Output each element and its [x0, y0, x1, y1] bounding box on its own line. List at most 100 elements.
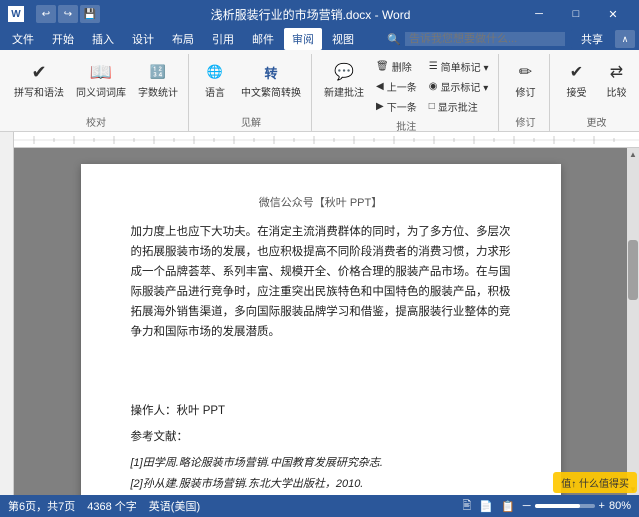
- status-bar-left: 第6页，共7页 4368 个字 英语(美国): [8, 498, 200, 514]
- ruler-body: [14, 132, 639, 147]
- menu-bar: 文件 开始 插入 设计 布局 引用 邮件 审阅 视图 🔍 共享 ∧: [0, 28, 639, 50]
- ribbon-group-tracking: ✏ 修订 修订: [501, 54, 550, 131]
- language-status: 英语(美国): [149, 498, 200, 514]
- menu-item-review[interactable]: 审阅: [284, 28, 322, 50]
- word-count-status: 4368 个字: [87, 498, 137, 514]
- search-icon: 🔍: [387, 33, 401, 46]
- accept-icon: ✔: [562, 58, 590, 86]
- proofreading-group-label: 校对: [10, 114, 182, 131]
- document-area: 微信公众号【秋叶 PPT】 加力度上也应下大功夫。在消定主流消费群体的同时，为了…: [0, 148, 639, 495]
- close-button[interactable]: ✕: [595, 0, 631, 28]
- reference-item-1: [1]田学周.略论服装市场营销.中国教育发展研究杂志.: [131, 454, 511, 473]
- next-comment-button[interactable]: ▶ 下一条: [372, 96, 421, 116]
- comment-nav-col: 🗑 删除 ◀ 上一条 ▶ 下一条: [372, 56, 421, 116]
- document-title: 浅析服装行业的市场营销.docx - Word: [100, 6, 521, 23]
- insights-group-label: 见解: [197, 114, 305, 131]
- document-page: 微信公众号【秋叶 PPT】 加力度上也应下大功夫。在消定主流消费群体的同时，为了…: [81, 164, 561, 495]
- accept-button[interactable]: ✔ 接受: [558, 56, 594, 102]
- chinese-convert-button[interactable]: 转 中文繁简转换: [237, 56, 305, 102]
- layout-icon-3[interactable]: 📋: [501, 500, 515, 513]
- word-count-icon: 🔢: [144, 58, 172, 86]
- ribbon-toggle-button[interactable]: ∧: [615, 30, 635, 48]
- next-icon: ▶: [376, 101, 384, 112]
- show-markup-icon: ◉: [429, 81, 438, 92]
- window-controls: ─ □ ✕: [521, 0, 631, 28]
- new-comment-icon: 💬: [330, 58, 358, 86]
- menu-item-layout[interactable]: 布局: [164, 28, 202, 50]
- thesaurus-button[interactable]: 📖 同义词词库: [72, 56, 130, 102]
- show-markup-button[interactable]: ◉ 显示标记 ▾: [425, 76, 493, 96]
- simple-markup-button[interactable]: ☰ 简单标记 ▾: [425, 56, 493, 76]
- ribbon-search-input[interactable]: [405, 32, 565, 46]
- tracking-group-label: 修订: [507, 114, 543, 131]
- blank-line-1: [131, 351, 511, 371]
- ribbon-group-tracking-content: ✏ 修订: [507, 56, 543, 112]
- menu-item-design[interactable]: 设计: [124, 28, 162, 50]
- delete-icon: 🗑: [376, 61, 389, 72]
- ribbon-group-changes: ✔ 接受 ⇄ 比较 更改: [552, 54, 639, 131]
- layout-icon-2[interactable]: 📄: [479, 500, 493, 513]
- zoom-controls: ─ + 80%: [523, 500, 631, 512]
- watermark-ad: 值↑ 什么值得买: [553, 472, 637, 493]
- scrollbar-thumb[interactable]: [628, 240, 638, 300]
- new-comment-button[interactable]: 💬 新建批注: [320, 56, 368, 102]
- spelling-icon: ✔: [25, 58, 53, 86]
- save-button[interactable]: 💾: [80, 5, 100, 23]
- document-watermark: 微信公众号【秋叶 PPT】: [131, 194, 511, 214]
- prev-comment-button[interactable]: ◀ 上一条: [372, 76, 421, 96]
- ribbon-group-comments-content: 💬 新建批注 🗑 删除 ◀ 上一条 ▶ 下一条 ☰: [320, 56, 492, 116]
- track-changes-icon: ✏: [511, 58, 539, 86]
- zoom-slider[interactable]: [535, 504, 595, 508]
- ruler: [0, 132, 639, 148]
- document-scroll[interactable]: 微信公众号【秋叶 PPT】 加力度上也应下大功夫。在消定主流消费群体的同时，为了…: [14, 148, 627, 495]
- track-changes-button[interactable]: ✏ 修订: [507, 56, 543, 102]
- language-icon: 🌐: [201, 58, 229, 86]
- ruler-corner: [0, 132, 14, 148]
- ribbon-group-proofreading: ✔ 拼写和语法 📖 同义词词库 🔢 字数统计 校对: [4, 54, 189, 131]
- document-author: 操作人：秋叶 PPT: [131, 401, 511, 422]
- status-bar-right: 🖹 📄 📋 ─ + 80%: [462, 497, 631, 516]
- menu-item-mailings[interactable]: 邮件: [244, 28, 282, 50]
- show-comments-button[interactable]: □ 显示批注: [425, 96, 493, 116]
- ribbon-group-proofreading-content: ✔ 拼写和语法 📖 同义词词库 🔢 字数统计: [10, 56, 182, 112]
- share-button[interactable]: 共享: [571, 29, 613, 49]
- menu-item-references[interactable]: 引用: [204, 28, 242, 50]
- menu-item-insert[interactable]: 插入: [84, 28, 122, 50]
- menu-item-home[interactable]: 开始: [44, 28, 82, 50]
- redo-button[interactable]: ↪: [58, 5, 78, 23]
- prev-icon: ◀: [376, 81, 384, 92]
- left-ruler: [0, 148, 14, 495]
- document-paragraph-1: 加力度上也应下大功夫。在消定主流消费群体的同时，为了多方位、多层次的拓展服装市场…: [131, 222, 511, 343]
- language-button[interactable]: 🌐 语言: [197, 56, 233, 102]
- compare-button[interactable]: ⇄ 比较: [598, 56, 634, 102]
- quick-access-toolbar: ↩ ↪ 💾: [36, 5, 100, 23]
- simple-markup-icon: ☰: [429, 61, 438, 72]
- maximize-button[interactable]: □: [558, 0, 594, 28]
- menu-item-view[interactable]: 视图: [324, 28, 362, 50]
- spelling-grammar-button[interactable]: ✔ 拼写和语法: [10, 56, 68, 102]
- changes-group-label: 更改: [558, 114, 634, 131]
- title-bar: W ↩ ↪ 💾 浅析服装行业的市场营销.docx - Word ─ □ ✕: [0, 0, 639, 28]
- layout-icon-1[interactable]: 🖹: [462, 497, 471, 516]
- ribbon-group-insights: 🌐 语言 转 中文繁简转换 见解: [191, 54, 312, 131]
- minimize-button[interactable]: ─: [521, 0, 557, 28]
- delete-comment-button[interactable]: 🗑 删除: [372, 56, 421, 76]
- word-count-button[interactable]: 🔢 字数统计: [134, 56, 182, 102]
- page-info: 第6页，共7页: [8, 498, 75, 514]
- markup-col: ☰ 简单标记 ▾ ◉ 显示标记 ▾ □ 显示批注: [425, 56, 493, 116]
- compare-icon: ⇄: [602, 58, 630, 86]
- zoom-out-button[interactable]: ─: [523, 500, 531, 512]
- undo-button[interactable]: ↩: [36, 5, 56, 23]
- ribbon: ✔ 拼写和语法 📖 同义词词库 🔢 字数统计 校对 🌐 语言 转 中文繁简转换: [0, 50, 639, 132]
- title-bar-left: W ↩ ↪ 💾: [8, 5, 100, 23]
- ribbon-group-insights-content: 🌐 语言 转 中文繁简转换: [197, 56, 305, 112]
- status-bar: 第6页，共7页 4368 个字 英语(美国) 🖹 📄 📋 ─ + 80%: [0, 495, 639, 517]
- ribbon-group-changes-content: ✔ 接受 ⇄ 比较: [558, 56, 634, 112]
- ribbon-group-comments: 💬 新建批注 🗑 删除 ◀ 上一条 ▶ 下一条 ☰: [314, 54, 499, 131]
- thesaurus-icon: 📖: [87, 58, 115, 86]
- zoom-in-button[interactable]: +: [599, 500, 605, 512]
- zoom-slider-fill: [535, 504, 580, 508]
- vertical-scrollbar[interactable]: ▲ ▼: [627, 148, 639, 495]
- chinese-convert-icon: 转: [257, 58, 285, 86]
- menu-item-file[interactable]: 文件: [4, 28, 42, 50]
